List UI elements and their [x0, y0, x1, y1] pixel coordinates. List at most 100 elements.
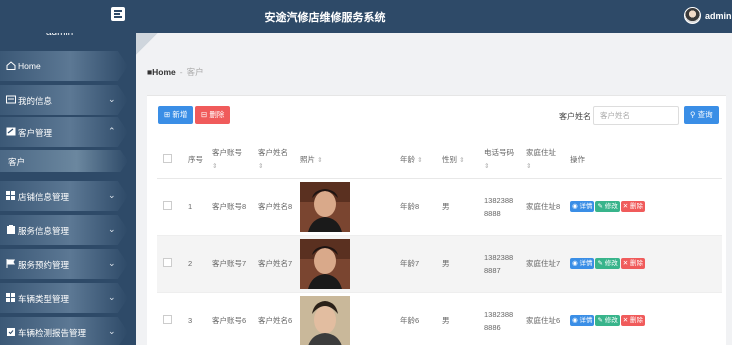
row-checkbox[interactable] [163, 315, 172, 324]
cell-age: 年龄7 [397, 235, 439, 293]
main-content: ■Home - 客户 ⊞ 新增 ⊟ 删除 客户姓名 客户姓名 ⚲ 查询 序号 客户账… [136, 33, 732, 345]
cell-index: 2 [185, 235, 209, 293]
sidebar-item-home[interactable]: Home [0, 51, 128, 81]
remove-button[interactable]: ✕ 删除 [620, 258, 646, 269]
sidebar-item-my-info[interactable]: 我的信息 ⌄ [0, 85, 128, 115]
cell-address: 家庭住址8 [523, 178, 567, 236]
breadcrumb-current: 客户 [186, 67, 204, 77]
sort-icon: ⇕ [317, 157, 323, 165]
edit-icon: ✎ [597, 317, 603, 324]
cell-index: 3 [185, 292, 209, 345]
table-header-row: 序号 客户账号 ⇕ 客户姓名 ⇕ 照片 ⇕ 年龄 ⇕ 性别 ⇕ 电话号码 ⇕ 家庭住址… [157, 142, 722, 179]
home-icon [6, 61, 16, 70]
edit-button[interactable]: ✎ 修改 [595, 315, 620, 326]
delete-button[interactable]: ⊟ 删除 [195, 106, 231, 124]
cell-actions: ◉ 详情 ✎ 修改 ✕ 删除 [567, 178, 722, 236]
sidebar-item-label: 客户 [8, 157, 26, 167]
cell-gender: 男 [439, 235, 481, 293]
grid-icon [6, 293, 15, 302]
sidebar-item-label: 服务预约管理 [18, 260, 70, 270]
edit-icon: ✎ [597, 203, 603, 210]
top-bar: 安途汽修店维修服务系统 admin [0, 0, 732, 33]
clipboard-icon [7, 225, 15, 234]
col-index: 序号 [185, 142, 209, 179]
sidebar-item-vehicle-type[interactable]: 车辆类型管理 ⌄ [0, 283, 128, 313]
col-phone[interactable]: 电话号码 ⇕ [481, 142, 523, 179]
cell-gender: 男 [439, 178, 481, 236]
sidebar-item-label: 车辆检测报告管理 [18, 328, 87, 338]
minus-square-icon: ⊟ [201, 110, 208, 119]
customer-photo[interactable] [300, 238, 350, 289]
cell-address: 家庭住址7 [523, 235, 567, 293]
sidebar: admin Home 我的信息 ⌄ 客户管理 ⌃ 客户 店铺信息管理 ⌄ 服务信… [0, 33, 136, 345]
cell-phone: 1382388 8887 [481, 235, 523, 293]
cell-phone: 1382388 8886 [481, 292, 523, 345]
col-actions: 操作 [567, 142, 722, 179]
sidebar-item-label: 车辆类型管理 [18, 294, 70, 304]
customer-photo[interactable] [300, 295, 350, 345]
sidebar-item-appointment[interactable]: 服务预约管理 ⌄ [0, 249, 128, 279]
add-button[interactable]: ⊞ 新增 [158, 106, 194, 124]
header-username[interactable]: admin [705, 11, 732, 21]
sidebar-subitem-customer[interactable]: 客户 [0, 150, 128, 172]
cell-account: 客户账号8 [209, 178, 255, 236]
page-curl-decoration [136, 33, 158, 55]
col-address[interactable]: 家庭住址 ⇕ [523, 142, 567, 179]
sidebar-item-label: 我的信息 [18, 96, 53, 106]
cell-actions: ◉ 详情 ✎ 修改 ✕ 删除 [567, 292, 722, 345]
cell-phone: 1382388 8888 [481, 178, 523, 236]
chevron-down-icon: ⌄ [108, 326, 116, 336]
cell-photo [297, 178, 397, 236]
cell-account: 客户账号7 [209, 235, 255, 293]
col-name[interactable]: 客户姓名 ⇕ [255, 142, 297, 179]
sidebar-item-service-info[interactable]: 服务信息管理 ⌄ [0, 215, 128, 245]
sidebar-item-customer-mgmt[interactable]: 客户管理 ⌃ [0, 117, 128, 147]
sidebar-item-shop-info[interactable]: 店铺信息管理 ⌄ [0, 181, 128, 211]
remove-button[interactable]: ✕ 删除 [620, 315, 646, 326]
chevron-down-icon: ⌄ [108, 258, 116, 268]
cell-account: 客户账号6 [209, 292, 255, 345]
customer-photo[interactable] [300, 181, 350, 232]
edit-button[interactable]: ✎ 修改 [595, 201, 620, 212]
detail-button[interactable]: ◉ 详情 [570, 315, 595, 326]
table-row: 3 客户账号6 客户姓名6 年龄6 男 1382388 8886 家庭住址6 ◉… [157, 292, 722, 345]
user-avatar[interactable] [684, 7, 701, 24]
col-age[interactable]: 年龄 ⇕ [397, 142, 439, 179]
detail-button[interactable]: ◉ 详情 [570, 201, 595, 212]
sidebar-username: admin [46, 33, 73, 38]
chevron-down-icon: ⌄ [108, 292, 116, 302]
sidebar-item-inspection-report[interactable]: 车辆检测报告管理 ⌄ [0, 317, 128, 345]
sort-icon: ⇕ [459, 157, 465, 165]
breadcrumb-home[interactable]: ■Home [147, 67, 176, 77]
sidebar-item-label: 店铺信息管理 [18, 192, 70, 202]
col-account[interactable]: 客户账号 ⇕ [209, 142, 255, 179]
search-input[interactable]: 客户姓名 [593, 106, 679, 125]
edit-button[interactable]: ✎ 修改 [595, 258, 620, 269]
eye-icon: ◉ [572, 317, 578, 324]
sidebar-item-label: 服务信息管理 [18, 226, 70, 236]
eye-icon: ◉ [572, 203, 578, 210]
flag-icon [6, 259, 15, 268]
col-gender[interactable]: 性别 ⇕ [439, 142, 481, 179]
detail-button[interactable]: ◉ 详情 [570, 258, 595, 269]
plus-square-icon: ⊞ [164, 110, 171, 119]
search-icon: ⚲ [690, 110, 696, 119]
col-photo[interactable]: 照片 ⇕ [297, 142, 397, 179]
sidebar-item-label: 客户管理 [18, 128, 53, 138]
cell-gender: 男 [439, 292, 481, 345]
cell-photo [297, 235, 397, 293]
sort-icon: ⇕ [417, 157, 423, 165]
search-label: 客户姓名 [559, 112, 591, 121]
chevron-down-icon: ⌄ [108, 224, 116, 234]
remove-button[interactable]: ✕ 删除 [620, 201, 646, 212]
select-all-checkbox[interactable] [163, 154, 172, 164]
row-checkbox[interactable] [163, 201, 172, 210]
close-icon: ✕ [622, 260, 629, 267]
row-checkbox[interactable] [163, 258, 172, 267]
chevron-down-icon: ⌄ [108, 190, 116, 200]
cell-index: 1 [185, 178, 209, 236]
menu-toggle-icon[interactable] [111, 7, 125, 21]
app-title: 安途汽修店维修服务系统 [264, 12, 386, 24]
search-button[interactable]: ⚲ 查询 [684, 106, 719, 124]
cell-age: 年龄6 [397, 292, 439, 345]
